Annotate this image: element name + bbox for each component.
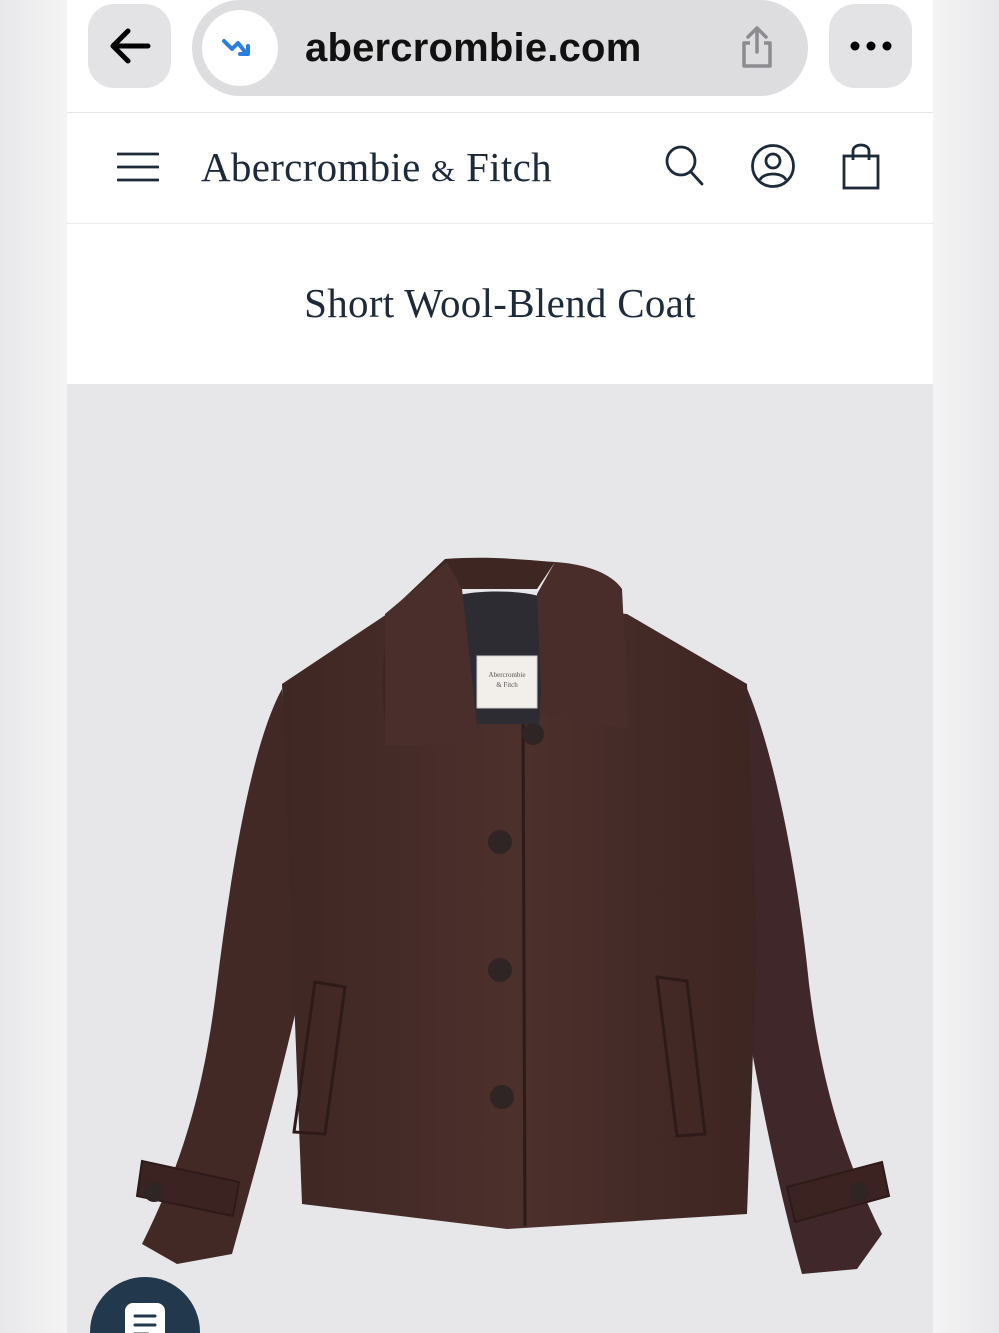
search-icon[interactable]: [663, 143, 705, 187]
brand-logo[interactable]: Abercrombie & Fitch: [201, 143, 552, 191]
account-icon[interactable]: [750, 143, 796, 189]
product-title-section: Short Wool-Blend Coat: [67, 224, 933, 384]
more-button[interactable]: [829, 4, 912, 88]
site-header: Abercrombie & Fitch: [67, 113, 933, 224]
back-arrow-icon: [110, 28, 150, 64]
back-button[interactable]: [88, 4, 171, 88]
site-badge[interactable]: [202, 10, 278, 86]
address-bar[interactable]: abercrombie.com: [192, 0, 808, 96]
brand-name-end: Fitch: [466, 144, 552, 190]
more-icon: [850, 41, 891, 51]
url-text[interactable]: abercrombie.com: [305, 26, 641, 71]
browser-toolbar: abercrombie.com: [67, 0, 933, 113]
product-title: Short Wool-Blend Coat: [304, 280, 696, 326]
share-icon[interactable]: [736, 24, 778, 70]
site-badge-icon: [222, 39, 250, 56]
bag-icon[interactable]: [841, 141, 881, 191]
coat-label-text: Abercrombie: [489, 671, 526, 679]
menu-icon[interactable]: [117, 151, 159, 183]
svg-text:& Fitch: & Fitch: [496, 681, 518, 689]
brand-ampersand: &: [431, 153, 456, 188]
phone-screen: abercrombie.com Abercrombie & Fitch Shor…: [67, 0, 933, 1333]
product-image[interactable]: Abercrombie & Fitch: [67, 384, 933, 1333]
brand-name-main: Abercrombie: [201, 144, 421, 190]
chat-icon: [125, 1303, 165, 1333]
coat-illustration: Abercrombie & Fitch: [135, 557, 891, 1274]
